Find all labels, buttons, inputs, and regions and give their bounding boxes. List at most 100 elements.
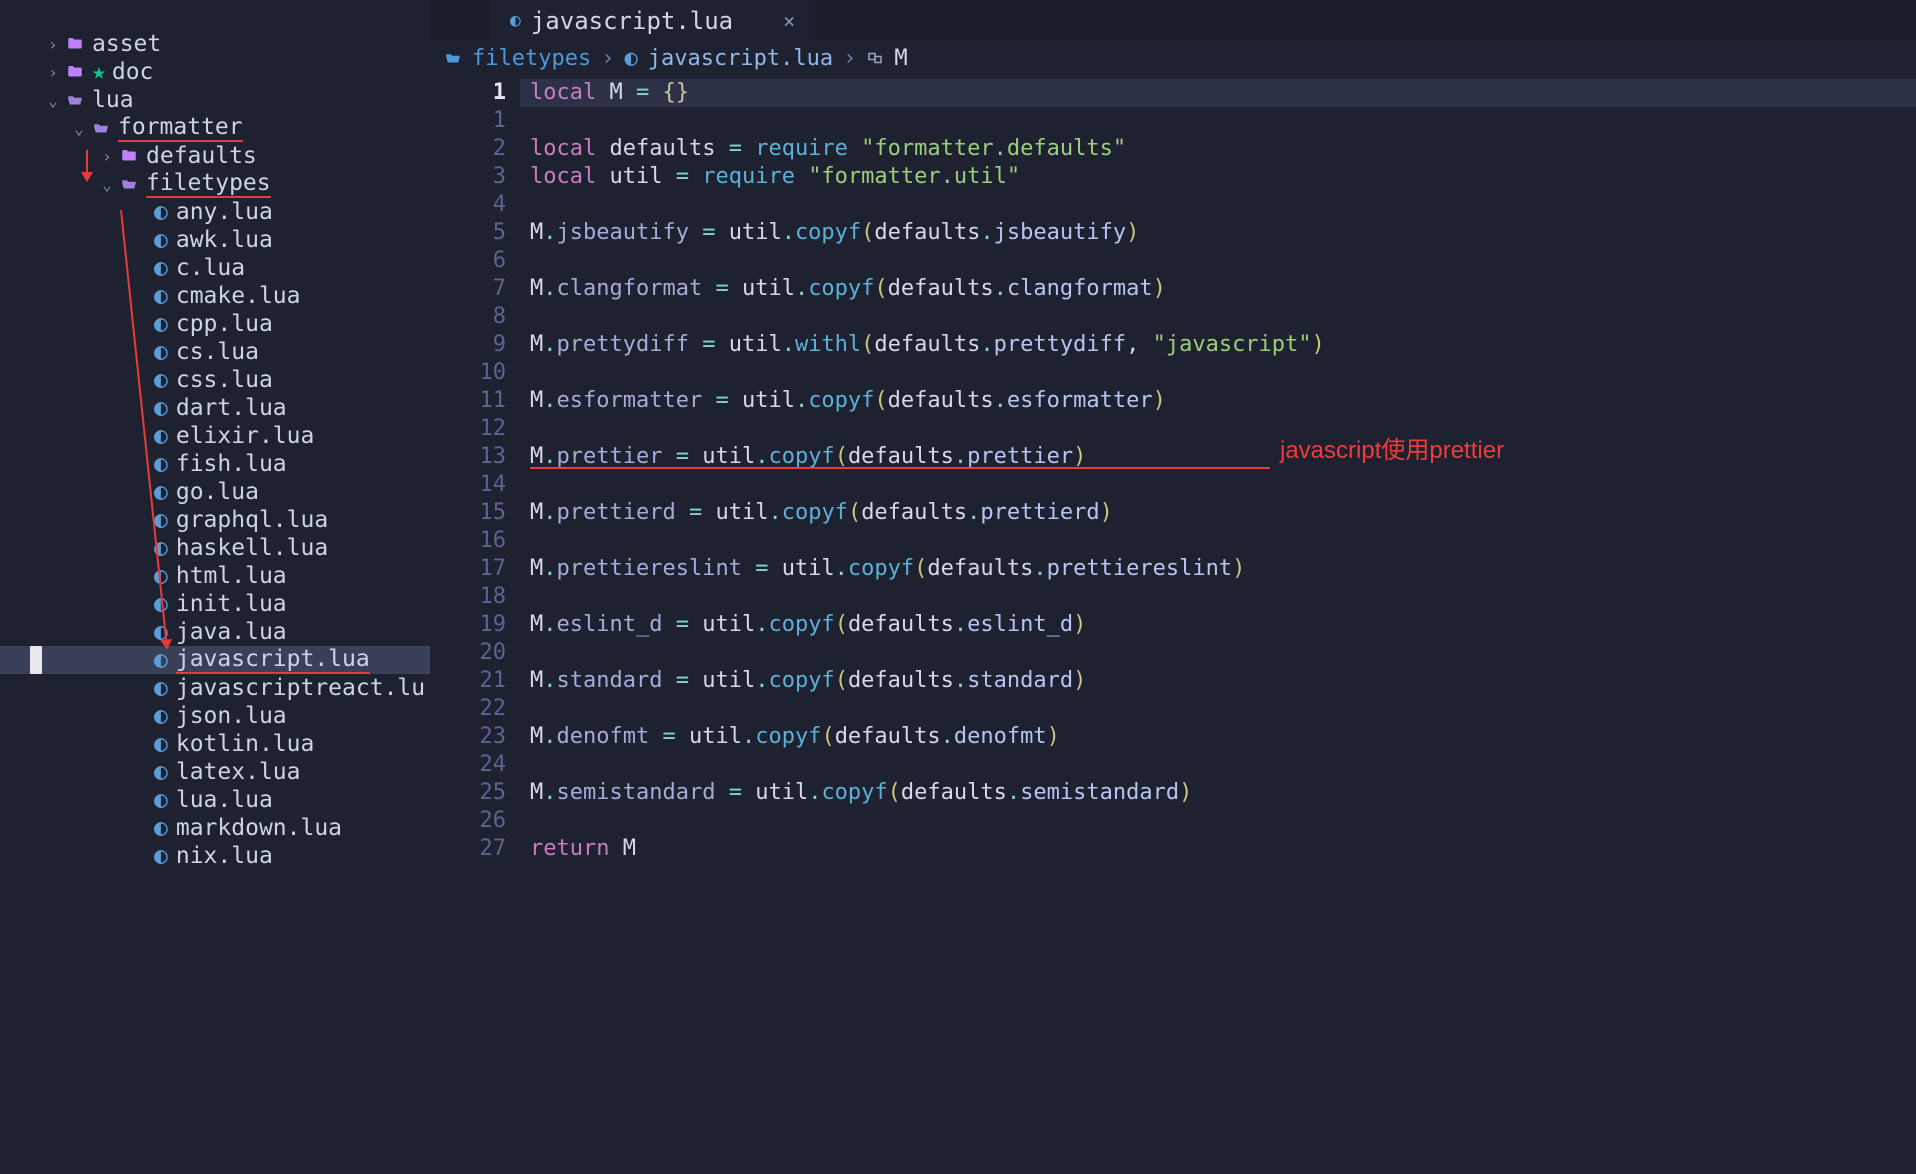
line-number: 14: [430, 471, 506, 499]
tree-label: dart.lua: [176, 395, 287, 421]
tree-item-file[interactable]: ◐javascriptreact.lu: [0, 674, 430, 702]
tree-item-file[interactable]: ◐lua.lua: [0, 786, 430, 814]
namespace-icon: [866, 46, 884, 71]
tree-item-file[interactable]: ◐haskell.lua: [0, 534, 430, 562]
code-line[interactable]: [520, 751, 1916, 779]
code-line[interactable]: M.jsbeautify = util.copyf(defaults.jsbea…: [520, 219, 1916, 247]
lua-icon: ◐: [154, 843, 168, 869]
tree-label: haskell.lua: [176, 535, 328, 561]
code-line[interactable]: local defaults = require "formatter.defa…: [520, 135, 1916, 163]
line-number: 20: [430, 639, 506, 667]
tree-item-file[interactable]: ◐go.lua: [0, 478, 430, 506]
breadcrumb-file[interactable]: javascript.lua: [648, 46, 833, 71]
line-number: 17: [430, 555, 506, 583]
tree-item-file[interactable]: ◐ nix.lua: [0, 842, 430, 870]
tree-label: json.lua: [176, 703, 287, 729]
tree-item-file[interactable]: ◐markdown.lua: [0, 814, 430, 842]
tab-javascript-lua[interactable]: ◐ javascript.lua ×: [490, 0, 815, 40]
tree-item-file[interactable]: ◐json.lua: [0, 702, 430, 730]
lua-icon: ◐: [154, 199, 168, 225]
tree-item-file[interactable]: ◐cs.lua: [0, 338, 430, 366]
code-line[interactable]: [520, 807, 1916, 835]
code-line[interactable]: M.clangformat = util.copyf(defaults.clan…: [520, 275, 1916, 303]
tree-item-file[interactable]: ◐any.lua: [0, 198, 430, 226]
tree-item-file[interactable]: ◐init.lua: [0, 590, 430, 618]
tree-item-formatter[interactable]: ⌄ formatter: [0, 114, 430, 142]
line-number: 5: [430, 219, 506, 247]
tree-item-file[interactable]: ◐cpp.lua: [0, 310, 430, 338]
lua-icon: ◐: [154, 367, 168, 393]
code-line[interactable]: M.semistandard = util.copyf(defaults.sem…: [520, 779, 1916, 807]
lua-icon: ◐: [154, 395, 168, 421]
breadcrumb-symbol[interactable]: M: [894, 46, 907, 71]
chevron-right-icon: ›: [98, 147, 116, 166]
tree-item-asset[interactable]: › asset: [0, 30, 430, 58]
code-line[interactable]: [520, 639, 1916, 667]
tree-item-file[interactable]: ◐html.lua: [0, 562, 430, 590]
tree-item-file[interactable]: ◐elixir.lua: [0, 422, 430, 450]
tree-item-file[interactable]: ◐java.lua: [0, 618, 430, 646]
line-number: 27: [430, 835, 506, 863]
code-line[interactable]: local M = {}: [520, 79, 1916, 107]
tree-item-file[interactable]: ◐cmake.lua: [0, 282, 430, 310]
code-line[interactable]: return M: [520, 835, 1916, 863]
tree-item-file[interactable]: ◐awk.lua: [0, 226, 430, 254]
lua-icon: ◐: [624, 46, 637, 71]
code-line[interactable]: [520, 191, 1916, 219]
code-line[interactable]: M.standard = util.copyf(defaults.standar…: [520, 667, 1916, 695]
line-number: 24: [430, 751, 506, 779]
tree-item-file[interactable]: ◐kotlin.lua: [0, 730, 430, 758]
tree-label: markdown.lua: [176, 815, 342, 841]
tab-label: javascript.lua: [531, 7, 733, 35]
file-explorer[interactable]: › asset › ★ doc ⌄ lua ⌄: [0, 0, 430, 1174]
line-number: 21: [430, 667, 506, 695]
tree-label: nix.lua: [176, 843, 273, 869]
code-line[interactable]: local util = require "formatter.util": [520, 163, 1916, 191]
tree-item-lua[interactable]: ⌄ lua: [0, 86, 430, 114]
tree-item-file[interactable]: ◐ dart.lua: [0, 394, 430, 422]
close-icon[interactable]: ×: [783, 9, 795, 33]
lua-icon: ◐: [154, 507, 168, 533]
tree-item-file[interactable]: ◐c.lua: [0, 254, 430, 282]
code-line[interactable]: M.denofmt = util.copyf(defaults.denofmt): [520, 723, 1916, 751]
line-number: 13: [430, 443, 506, 471]
code-line[interactable]: [520, 107, 1916, 135]
code-line[interactable]: [520, 583, 1916, 611]
tree-item-file[interactable]: ◐javascript.lua: [0, 646, 430, 674]
code-line[interactable]: [520, 247, 1916, 275]
tree-label: javascript.lua: [176, 646, 370, 674]
tree-label: elixir.lua: [176, 423, 314, 449]
code-line[interactable]: [520, 303, 1916, 331]
code-content[interactable]: local M = {} local defaults = require "f…: [520, 77, 1916, 1174]
tree-label: go.lua: [176, 479, 259, 505]
code-line[interactable]: [520, 527, 1916, 555]
chevron-down-icon: ⌄: [44, 91, 62, 110]
tree-item-filetypes[interactable]: ⌄ filetypes: [0, 170, 430, 198]
code-area[interactable]: 1 1 2 3 4 5 6 7 8 9 10 11 12 13 14 15 16…: [430, 77, 1916, 1174]
tree-item-file[interactable]: ◐css.lua: [0, 366, 430, 394]
line-number: 19: [430, 611, 506, 639]
code-line[interactable]: [520, 359, 1916, 387]
breadcrumb[interactable]: filetypes › ◐ javascript.lua › M: [430, 40, 1916, 77]
code-line[interactable]: [520, 471, 1916, 499]
line-number: 6: [430, 247, 506, 275]
tree-item-file[interactable]: ◐graphql.lua: [0, 506, 430, 534]
tree-item-doc[interactable]: › ★ doc: [0, 58, 430, 86]
tree-item-file[interactable]: ◐latex.lua: [0, 758, 430, 786]
tree-item-file[interactable]: ◐fish.lua: [0, 450, 430, 478]
lua-icon: ◐: [154, 311, 168, 337]
tree-item-defaults[interactable]: › defaults: [0, 142, 430, 170]
code-line[interactable]: M.eslint_d = util.copyf(defaults.eslint_…: [520, 611, 1916, 639]
breadcrumb-folder[interactable]: filetypes: [472, 46, 591, 71]
folder-icon: [66, 59, 84, 85]
code-line[interactable]: [520, 415, 1916, 443]
code-line[interactable]: [520, 695, 1916, 723]
folder-icon: [66, 31, 84, 57]
code-line[interactable]: M.esformatter = util.copyf(defaults.esfo…: [520, 387, 1916, 415]
line-number: 1: [430, 107, 506, 135]
code-line[interactable]: M.prettiereslint = util.copyf(defaults.p…: [520, 555, 1916, 583]
code-line[interactable]: M.prettydiff = util.withl(defaults.prett…: [520, 331, 1916, 359]
line-gutter: 1 1 2 3 4 5 6 7 8 9 10 11 12 13 14 15 16…: [430, 77, 520, 1174]
code-line[interactable]: M.prettierd = util.copyf(defaults.pretti…: [520, 499, 1916, 527]
lua-icon: ◐: [154, 731, 168, 757]
